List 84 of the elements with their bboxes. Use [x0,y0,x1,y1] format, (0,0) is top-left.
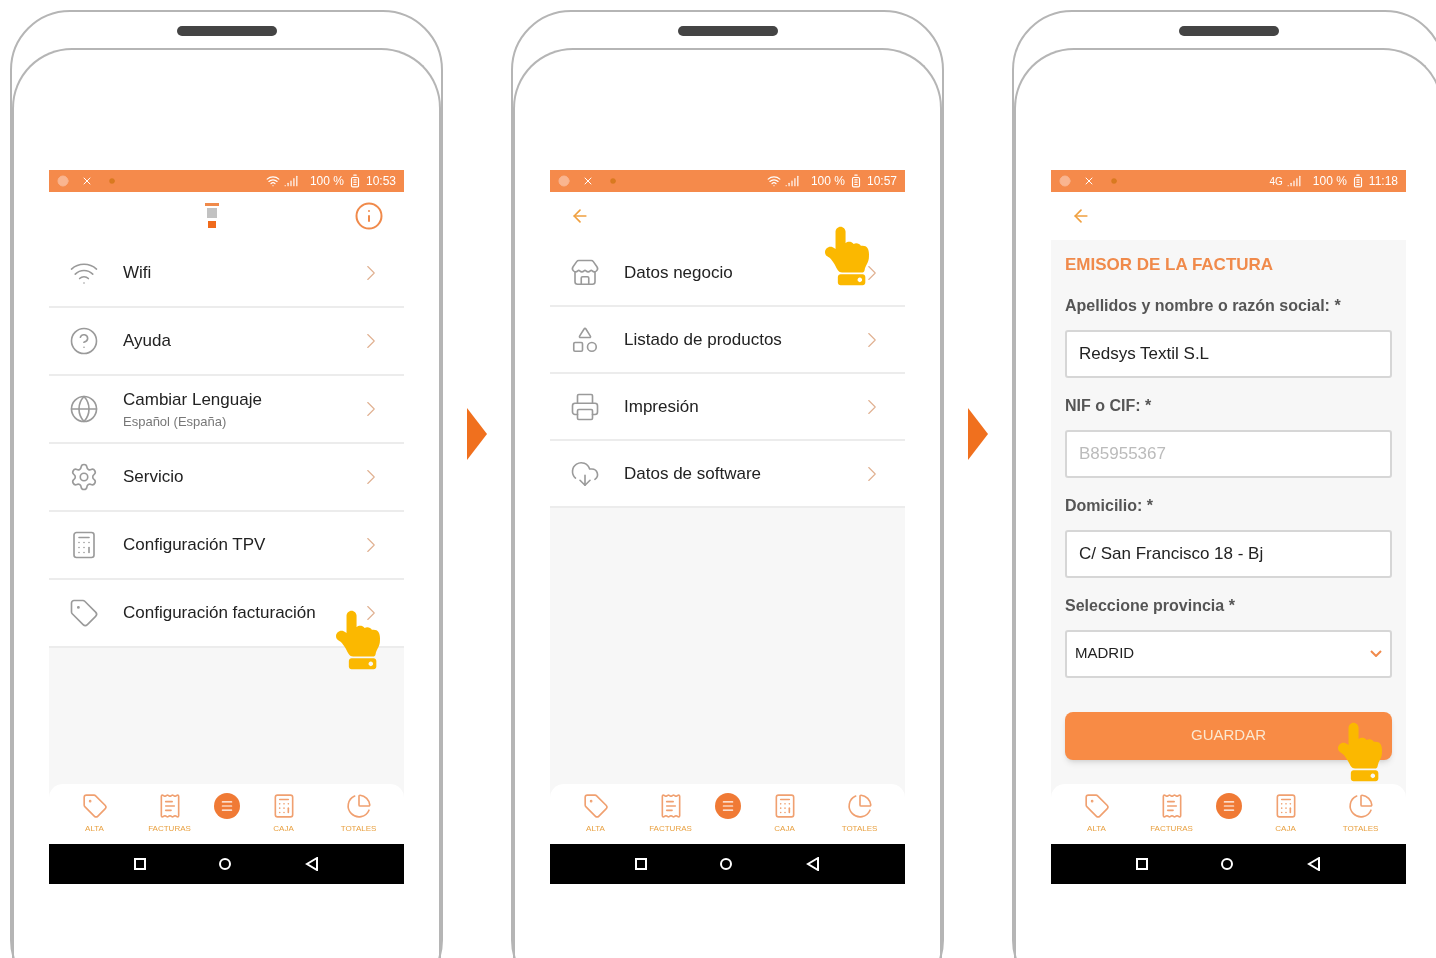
battery-level: 100 % [810,173,845,190]
status-circle-icon [558,175,570,187]
menu-item-subtitle: Español (España) [123,413,228,431]
pie-chart-icon [846,793,873,819]
menu-button[interactable] [1215,793,1242,819]
province-select[interactable]: MADRID [1065,629,1392,678]
status-circle-icon [1059,175,1071,187]
clock: 10:53 [365,173,396,190]
menu-item[interactable]: Wifi [49,240,404,308]
flow-arrow-icon [467,408,487,460]
menu-item[interactable]: Datos negocio [550,240,905,307]
signal-icon [1286,174,1301,188]
menu-item[interactable]: Configuración TPV [49,512,404,580]
dot-icon [109,178,115,184]
signal-icon [784,174,799,188]
close-icon [582,175,594,187]
home-icon[interactable] [720,858,733,870]
field-label: NIF o CIF: * [1065,395,1153,416]
menu-item-title: Datos de software [624,462,762,485]
menu-item-title: Impresión [624,395,700,418]
menu-item-title: Configuración facturación [123,602,317,625]
menu-item-title: Wifi [123,262,153,285]
menu-icon [1221,799,1236,813]
recent-apps-icon[interactable] [133,858,146,870]
close-icon [1083,175,1095,187]
menu-item-title: Configuración TPV [123,534,267,557]
menu-item[interactable]: Listado de productos [550,307,905,374]
close-icon [81,175,93,187]
clock: 10:57 [866,173,897,190]
menu-item-title: Listado de productos [624,328,783,351]
tag-icon [69,598,99,628]
pie-chart-icon [345,793,372,819]
clock: 11:18 [1368,173,1398,190]
back-icon[interactable] [1307,857,1322,871]
chevron-down-icon [1370,650,1382,657]
globe-icon [69,394,99,424]
field-label: Domicilio: * [1065,495,1154,516]
help-icon [69,326,99,356]
settings-icon [69,462,99,492]
menu-icon [219,799,234,813]
tag-icon [582,793,609,819]
network-type: 4G [1269,174,1283,189]
store-icon [570,257,600,288]
dot-icon [610,178,616,184]
text-field[interactable]: C/ San Francisco 18 - Bj [1065,529,1392,578]
menu-item-title: Ayuda [123,330,172,353]
home-icon[interactable] [1221,858,1234,870]
pointing-hand-icon [336,610,380,670]
status-circle-icon [57,175,69,187]
menu-button[interactable] [213,793,240,819]
recent-apps-icon[interactable] [634,858,647,870]
wifi-icon [766,174,781,188]
form-title: EMISOR DE LA FACTURA [1065,254,1275,276]
home-icon[interactable] [219,858,232,870]
field-label: Apellidos y nombre o razón social: * [1065,295,1342,316]
battery-level: 100 % [1312,173,1347,190]
text-field[interactable]: B85955367 [1065,429,1392,478]
wifi-icon [265,174,280,188]
menu-item-title: Cambiar Lenguaje [123,388,263,411]
flow-arrow-icon [968,408,988,460]
menu-item[interactable]: Configuración facturación [49,580,404,648]
printer-icon [570,391,600,422]
pie-chart-icon [1347,793,1374,819]
battery-level: 100 % [309,173,344,190]
menu-item-title: Datos negocio [624,261,734,284]
tag-icon [1083,793,1110,819]
dot-icon [1111,178,1117,184]
text-field[interactable]: Redsys Textil S.L [1065,329,1392,378]
menu-icon [720,799,735,813]
pointing-hand-icon [825,226,869,286]
menu-item[interactable]: Ayuda [49,308,404,376]
menu-button[interactable] [714,793,741,819]
menu-item[interactable]: Impresión [550,374,905,441]
pointing-hand-icon [1338,721,1382,782]
menu-item[interactable]: Cambiar Lenguaje Español (España) [49,376,404,444]
back-icon[interactable] [305,857,320,871]
field-label: Seleccione provincia * [1065,595,1236,616]
recent-apps-icon[interactable] [1135,858,1148,870]
back-icon[interactable] [806,857,821,871]
tag-icon [81,793,108,819]
signal-icon [283,174,298,188]
menu-item[interactable]: Servicio [49,444,404,512]
menu-item[interactable]: Datos de software [550,441,905,508]
menu-item-title: Servicio [123,466,185,489]
